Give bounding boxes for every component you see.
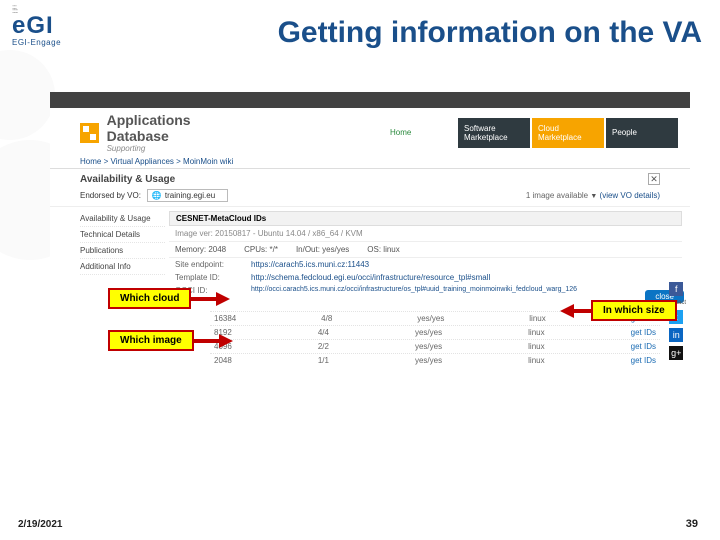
details-card: CESNET-MetaCloud IDs Image ver: 20150817… bbox=[165, 207, 690, 301]
leftnav-availability[interactable]: Availability & Usage bbox=[80, 211, 165, 227]
linkedin-icon[interactable]: in bbox=[669, 328, 683, 342]
footer-page-number: 39 bbox=[686, 518, 698, 530]
footer-date: 2/19/2021 bbox=[18, 519, 63, 530]
spec-memory: Memory: 2048 bbox=[175, 245, 226, 254]
chevron-down-icon[interactable]: ▼ bbox=[590, 193, 597, 200]
callout-which-cloud: Which cloud bbox=[108, 288, 230, 309]
endorsed-row: Endorsed by VO: 🌐 training.egi.eu 1 imag… bbox=[50, 187, 690, 207]
tab-software[interactable]: Software Marketplace bbox=[458, 118, 530, 148]
panel-body: Availability & Usage Technical Details P… bbox=[50, 207, 690, 301]
tab-cloud[interactable]: Cloud Marketplace bbox=[532, 118, 604, 148]
get-ids-link[interactable]: get IDs bbox=[631, 356, 656, 365]
nav-tabs: Home Software Marketplace Cloud Marketpl… bbox=[384, 118, 680, 148]
egi-logo: :::::::::::::: eGI EGI-Engage bbox=[12, 6, 92, 47]
globe-icon: 🌐 bbox=[152, 191, 162, 200]
logo-brand: eGI bbox=[12, 14, 92, 38]
table-row: 81924/4yes/yeslinuxget IDs bbox=[210, 325, 660, 339]
spec-row: Memory: 2048 CPUs: */* In/Out: yes/yes O… bbox=[169, 242, 682, 258]
callout-which-image: Which image bbox=[108, 330, 233, 351]
spec-os: OS: linux bbox=[367, 245, 399, 254]
site-endpoint-value[interactable]: https://carach5.ics.muni.cz:11443 bbox=[251, 260, 369, 269]
image-count: 1 image available bbox=[526, 191, 588, 200]
appdb-logo-icon bbox=[80, 123, 99, 143]
arrow-left-icon bbox=[560, 304, 574, 318]
tab-home[interactable]: Home bbox=[384, 118, 456, 148]
arrow-right-icon bbox=[216, 292, 230, 306]
callout-label: In which size bbox=[591, 300, 677, 321]
spec-inout: In/Out: yes/yes bbox=[296, 245, 349, 254]
breadcrumb[interactable]: Home > Virtual Appliances > MoinMoin wik… bbox=[50, 155, 690, 169]
vo-name: training.egi.eu bbox=[165, 191, 215, 200]
facebook-icon[interactable]: f bbox=[669, 282, 683, 296]
spec-cpu: CPUs: */* bbox=[244, 245, 278, 254]
template-id-value[interactable]: http://schema.fedcloud.egi.eu/occi/infra… bbox=[251, 273, 490, 282]
leftnav-publications[interactable]: Publications bbox=[80, 243, 165, 259]
gplus-icon[interactable]: g+ bbox=[669, 346, 683, 360]
arrow-right-icon bbox=[219, 334, 233, 348]
appdb-title: Applications Database bbox=[107, 112, 246, 144]
section-header: Availability & Usage ✕ bbox=[50, 169, 690, 187]
slide: :::::::::::::: eGI EGI-Engage Getting in… bbox=[0, 0, 720, 540]
logo-subtitle: EGI-Engage bbox=[12, 38, 92, 47]
table-row: 40962/2yes/yeslinuxget IDs bbox=[210, 339, 660, 353]
close-icon[interactable]: ✕ bbox=[648, 173, 660, 185]
get-ids-link[interactable]: get IDs bbox=[631, 328, 656, 337]
section-title: Availability & Usage bbox=[80, 174, 175, 185]
vo-details-link[interactable]: (view VO details) bbox=[600, 191, 660, 200]
leftnav-technical[interactable]: Technical Details bbox=[80, 227, 165, 243]
table-row: 20481/1yes/yeslinuxget IDs bbox=[210, 353, 660, 367]
window-topbar bbox=[50, 92, 690, 108]
slide-title: Getting information on the VA bbox=[278, 16, 702, 50]
card-title: CESNET-MetaCloud IDs bbox=[169, 211, 682, 226]
get-ids-link[interactable]: get IDs bbox=[631, 342, 656, 351]
template-id-label: Template ID: bbox=[175, 273, 245, 282]
callout-label: Which cloud bbox=[108, 288, 191, 309]
appdb-header: Applications Database Supporting Home So… bbox=[50, 108, 690, 155]
left-nav: Availability & Usage Technical Details P… bbox=[50, 207, 165, 301]
leftnav-additional[interactable]: Additional Info bbox=[80, 259, 165, 275]
callout-in-which-size: In which size bbox=[560, 300, 677, 321]
endorsed-label: Endorsed by VO: bbox=[80, 191, 141, 200]
decoration-circle bbox=[0, 50, 55, 140]
occi-id-value[interactable]: http://occi.carach5.ics.muni.cz/occi/inf… bbox=[251, 286, 577, 295]
tab-people[interactable]: People bbox=[606, 118, 678, 148]
site-endpoint-label: Site endpoint: bbox=[175, 260, 245, 269]
appdb-subtitle: Supporting bbox=[107, 144, 246, 153]
callout-label: Which image bbox=[108, 330, 194, 351]
social-sidebar: f contact t in g+ bbox=[667, 282, 686, 360]
vo-chip[interactable]: 🌐 training.egi.eu bbox=[147, 189, 228, 202]
image-version: Image ver: 20150817 - Ubuntu 14.04 / x86… bbox=[175, 229, 363, 238]
